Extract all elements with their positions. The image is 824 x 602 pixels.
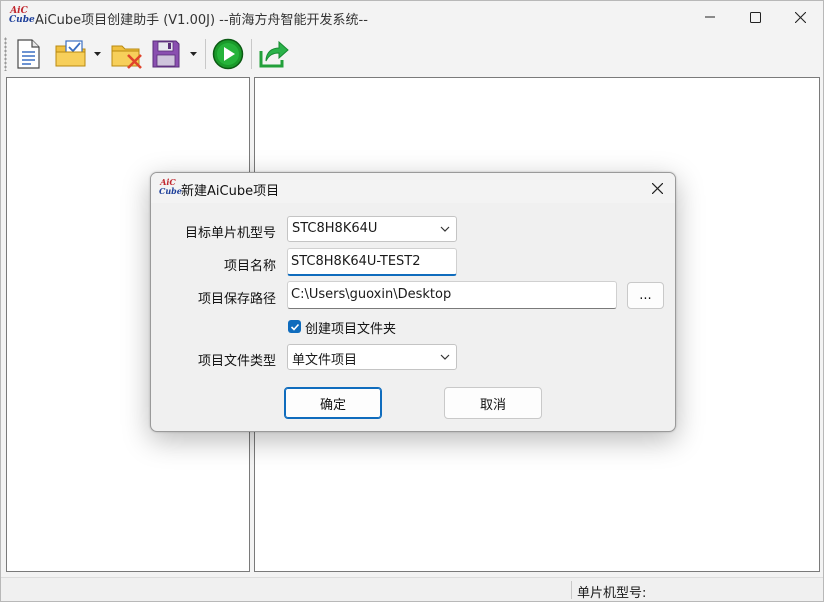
- close-button[interactable]: [777, 1, 823, 33]
- app-logo-icon: AiC Cube: [9, 6, 35, 25]
- maximize-button[interactable]: [732, 1, 778, 33]
- chevron-down-icon: [93, 52, 101, 56]
- ok-button[interactable]: 确定: [284, 387, 382, 419]
- chevron-down-icon: [189, 52, 197, 56]
- run-button[interactable]: [211, 37, 245, 71]
- file-type-value: 单文件项目: [292, 353, 358, 368]
- status-mcu-label: 单片机型号:: [577, 586, 647, 601]
- browse-button[interactable]: ...: [627, 282, 664, 309]
- chevron-down-icon: [440, 354, 450, 360]
- export-button[interactable]: [257, 37, 291, 71]
- mcu-model-value: STC8H8K64U: [292, 221, 378, 236]
- toolbar-grip[interactable]: [4, 37, 7, 71]
- save-path-label: 项目保存路径: [197, 292, 276, 307]
- save-dropdown-button[interactable]: [188, 37, 198, 71]
- toolbar-separator: [205, 39, 206, 69]
- close-icon: [794, 11, 806, 23]
- mcu-model-label: 目标单片机型号: [184, 226, 276, 241]
- maximize-icon: [749, 11, 761, 23]
- dialog-title: 新建AiCube项目: [181, 184, 280, 199]
- window-title: AiCube项目创建助手 (V1.00J) --前海方舟智能开发系统--: [35, 13, 368, 28]
- open-project-button[interactable]: [53, 37, 89, 71]
- project-name-label: 项目名称: [223, 259, 276, 274]
- project-name-value: STC8H8K64U-TEST2: [291, 254, 421, 269]
- save-path-value: C:\Users\guoxin\Desktop: [291, 287, 452, 302]
- project-name-input[interactable]: STC8H8K64U-TEST2: [287, 248, 457, 276]
- create-folder-checkbox[interactable]: [288, 320, 301, 333]
- new-document-icon: [17, 39, 40, 69]
- close-icon: [651, 182, 663, 194]
- play-icon: [212, 38, 244, 70]
- dialog-logo-icon: AiC Cube: [159, 177, 182, 196]
- save-project-button[interactable]: [149, 37, 183, 71]
- new-project-button[interactable]: [13, 37, 43, 71]
- main-window: AiC Cube AiCube项目创建助手 (V1.00J) --前海方舟智能开…: [0, 0, 824, 602]
- minimize-button[interactable]: [687, 1, 733, 33]
- new-project-dialog: AiC Cube 新建AiCube项目 目标单片机型号 STC8H8K64U 项…: [150, 172, 676, 432]
- cancel-button[interactable]: 取消: [444, 387, 542, 419]
- minimize-icon: [705, 16, 715, 18]
- status-bar: 单片机型号:: [1, 577, 823, 601]
- open-project-icon: [55, 40, 86, 67]
- file-type-select[interactable]: 单文件项目: [287, 344, 457, 370]
- toolbar: [1, 33, 823, 75]
- chevron-down-icon: [440, 226, 450, 232]
- toolbar-separator: [251, 39, 252, 69]
- title-bar: AiC Cube AiCube项目创建助手 (V1.00J) --前海方舟智能开…: [1, 1, 823, 33]
- save-icon: [152, 40, 180, 68]
- checkmark-icon: [290, 323, 299, 331]
- export-icon: [259, 40, 289, 68]
- close-project-button[interactable]: [109, 37, 145, 71]
- save-path-input[interactable]: C:\Users\guoxin\Desktop: [287, 281, 617, 309]
- close-folder-icon: [111, 45, 142, 69]
- mcu-model-select[interactable]: STC8H8K64U: [287, 216, 457, 242]
- create-folder-label[interactable]: 创建项目文件夹: [305, 318, 396, 337]
- dialog-title-bar: AiC Cube 新建AiCube项目: [151, 173, 675, 203]
- dialog-close-button[interactable]: [645, 176, 669, 200]
- open-dropdown-button[interactable]: [92, 37, 102, 71]
- status-separator: [571, 581, 572, 599]
- file-type-label: 项目文件类型: [197, 354, 276, 369]
